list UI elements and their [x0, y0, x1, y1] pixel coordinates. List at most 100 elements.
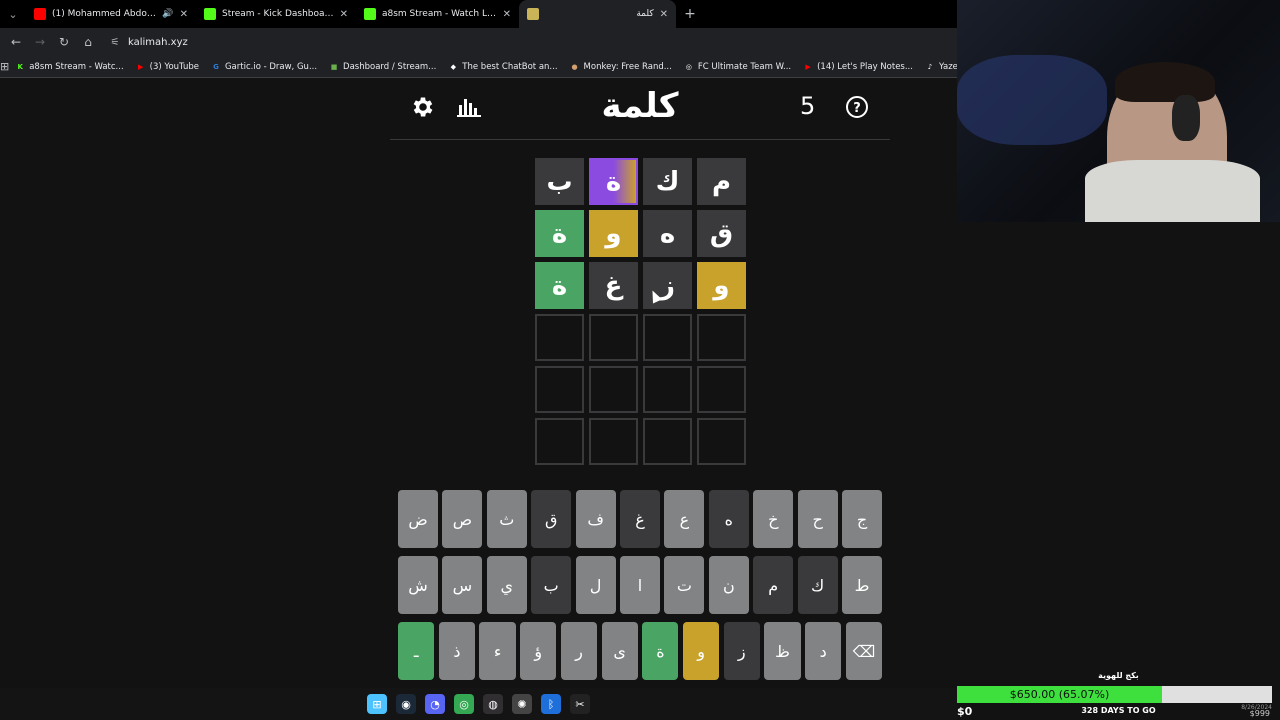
- keyboard-key[interactable]: ى: [601, 622, 638, 680]
- guess-row: [534, 366, 746, 413]
- keyboard-key[interactable]: ض: [398, 490, 438, 548]
- letter-tile: [535, 314, 584, 361]
- keyboard-key[interactable]: ي: [486, 556, 527, 614]
- back-icon[interactable]: ←: [4, 35, 28, 49]
- tab-search-icon[interactable]: ⌄: [0, 0, 26, 28]
- keyboard-key[interactable]: س: [442, 556, 483, 614]
- close-tab-icon[interactable]: ✕: [340, 9, 348, 20]
- bookmark-item[interactable]: ▶ (3) YouTube: [130, 62, 205, 72]
- keyboard-key[interactable]: و: [682, 622, 720, 680]
- bookmark-item[interactable]: ■ Dashboard / Stream...: [323, 62, 442, 72]
- letter-tile: ة: [535, 210, 584, 257]
- game-page: كلمة 5 ? مكةبقهوةوزغة جحخهعغفقثصضطكمنتال…: [0, 78, 957, 688]
- donation-label: بكج للهوية: [1098, 671, 1139, 680]
- keyboard-key[interactable]: ء: [479, 622, 516, 680]
- game-header: كلمة 5 ?: [390, 78, 890, 140]
- keyboard-key[interactable]: ـ: [398, 622, 435, 680]
- browser-toolbar: ← → ↻ ⌂ ⚟ kalimah.xyz: [0, 28, 957, 56]
- address-bar[interactable]: ⚟ kalimah.xyz: [106, 31, 936, 53]
- keyboard-key[interactable]: ح: [797, 490, 838, 548]
- keyboard-key[interactable]: ع: [664, 490, 705, 548]
- bookmark-item[interactable]: ◆ The best ChatBot an...: [442, 62, 563, 72]
- help-icon[interactable]: ?: [842, 92, 872, 122]
- new-tab-button[interactable]: +: [676, 6, 704, 22]
- keyboard-row: ⌫ د ظ ز و ة ى ر ؤ ء ذ ـ: [398, 622, 882, 680]
- bookmark-label: Yazeed🤍 (@a8sm1...: [938, 61, 957, 72]
- keyboard-key[interactable]: ظ: [764, 622, 801, 680]
- forward-icon[interactable]: →: [28, 35, 52, 49]
- reload-icon[interactable]: ↻: [52, 35, 76, 49]
- keyboard-key[interactable]: ب: [531, 556, 572, 614]
- bookmark-item[interactable]: ▶ (14) Let's Play Notes...: [797, 62, 919, 72]
- keyboard-key[interactable]: ت: [664, 556, 705, 614]
- keyboard-key[interactable]: د: [805, 622, 842, 680]
- browser-tab[interactable]: كلمة ✕: [519, 0, 676, 28]
- keyboard-key[interactable]: ص: [442, 490, 483, 548]
- keyboard-key[interactable]: ف: [575, 490, 616, 548]
- bookmark-label: (14) Let's Play Notes...: [817, 61, 913, 72]
- browser-tab[interactable]: (1) Mohammed Abdo ... Leb🔊 ✕: [26, 0, 196, 28]
- tab-favicon-icon: [204, 8, 216, 20]
- bookmark-favicon-icon: G: [213, 62, 219, 71]
- letter-tile: [535, 418, 584, 465]
- keyboard-key[interactable]: ق: [531, 490, 572, 548]
- tab-audio-icon[interactable]: 🔊: [162, 9, 173, 19]
- close-tab-icon[interactable]: ✕: [660, 9, 668, 20]
- bookmark-item[interactable]: ● Monkey: Free Rand...: [564, 62, 678, 72]
- bluetooth-icon[interactable]: ᛒ: [541, 694, 561, 714]
- browser-tab[interactable]: Stream - Kick Dashboard ✕: [196, 0, 356, 28]
- home-icon[interactable]: ⌂: [76, 35, 100, 49]
- letter-tile: [697, 418, 746, 465]
- keyboard-key[interactable]: ج: [842, 490, 882, 548]
- keyboard-key[interactable]: ل: [575, 556, 616, 614]
- backspace-key-icon[interactable]: ⌫: [845, 622, 882, 680]
- keyboard-key[interactable]: ث: [486, 490, 527, 548]
- letter-tile: م: [697, 158, 746, 205]
- headphones-icon: [1172, 95, 1200, 141]
- keyboard-key[interactable]: ك: [797, 556, 838, 614]
- keyboard-key[interactable]: خ: [753, 490, 794, 548]
- bookmark-item[interactable]: G Gartic.io - Draw, Gu...: [205, 62, 323, 72]
- keyboard-key[interactable]: ؤ: [520, 622, 557, 680]
- letter-tile: [643, 366, 692, 413]
- tab-title: (1) Mohammed Abdo ... Leb: [52, 9, 159, 19]
- keyboard-key[interactable]: ش: [398, 556, 438, 614]
- steam-icon[interactable]: ◉: [396, 694, 416, 714]
- keyboard-key[interactable]: ة: [642, 622, 679, 680]
- donation-progress-track: $650.00 (65.07%): [957, 686, 1272, 703]
- bookmark-item[interactable]: Ka8sm Stream - Watc...: [9, 62, 129, 72]
- discord-icon[interactable]: ◔: [425, 694, 445, 714]
- bookmark-favicon-icon: ♪: [927, 62, 933, 71]
- capcut-icon[interactable]: ✂: [570, 694, 590, 714]
- letter-tile: غ: [589, 262, 638, 309]
- obs-icon[interactable]: ◍: [483, 694, 503, 714]
- keyboard-key[interactable]: ر: [560, 622, 598, 680]
- site-info-icon[interactable]: ⚟: [106, 37, 124, 48]
- bookmark-label: The best ChatBot an...: [462, 61, 558, 72]
- keyboard-key[interactable]: ذ: [438, 622, 475, 680]
- start-icon[interactable]: ⊞: [367, 694, 387, 714]
- apps-icon[interactable]: ⊞: [0, 60, 9, 73]
- close-tab-icon[interactable]: ✕: [503, 9, 511, 20]
- tab-favicon-icon: [34, 8, 46, 20]
- bookmark-item[interactable]: ♪ Yazeed🤍 (@a8sm1...: [919, 62, 957, 72]
- keyboard-key[interactable]: م: [753, 556, 794, 614]
- guess-row: [534, 314, 746, 361]
- keyboard-row: طكمنتالبيسش: [398, 556, 882, 614]
- bookmark-label: FC Ultimate Team W...: [697, 61, 792, 72]
- close-tab-icon[interactable]: ✕: [180, 9, 188, 20]
- keyboard-key[interactable]: ط: [842, 556, 882, 614]
- app-icon[interactable]: ✺: [512, 694, 532, 714]
- letter-tile: ة: [535, 262, 584, 309]
- keyboard-key[interactable]: ه: [708, 490, 749, 548]
- letter-tile: ب: [535, 158, 584, 205]
- keyboard-key[interactable]: ز: [723, 622, 760, 680]
- donation-goal: $999: [1249, 709, 1270, 718]
- chrome-icon[interactable]: ◎: [454, 694, 474, 714]
- keyboard-key[interactable]: ن: [708, 556, 749, 614]
- webcam-overlay: [957, 0, 1280, 222]
- keyboard-key[interactable]: ا: [620, 556, 660, 614]
- bookmark-item[interactable]: ◎ FC Ultimate Team W...: [678, 62, 797, 72]
- keyboard-key[interactable]: غ: [620, 490, 660, 548]
- browser-tab[interactable]: a8sm Stream - Watch Live on Ki ✕: [356, 0, 519, 28]
